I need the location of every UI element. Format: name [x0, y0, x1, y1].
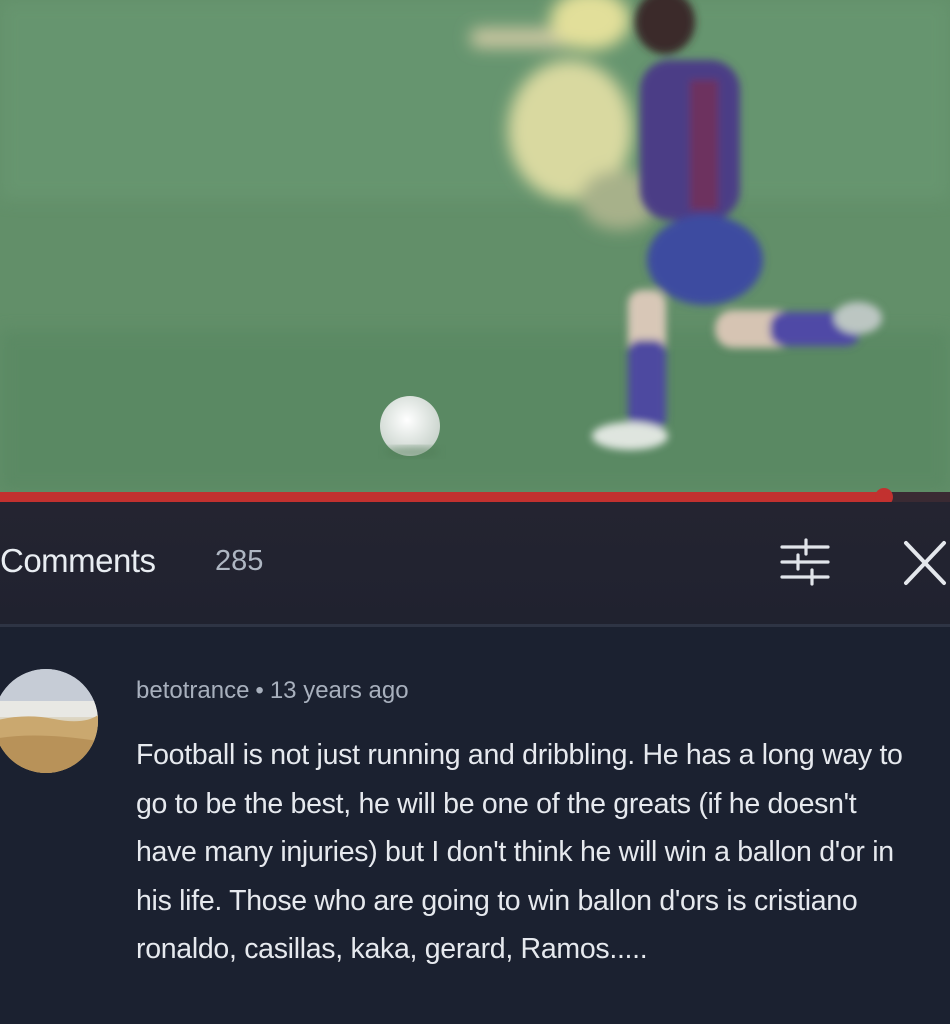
comment-meta: betotrance • 13 years ago	[136, 677, 409, 705]
sort-comments-button[interactable]	[776, 536, 836, 588]
youtube-video-page: Comments 285 betotrance • 13 years ago F…	[0, 0, 950, 1024]
comment-author[interactable]: betotrance	[136, 677, 249, 704]
comments-title: Comments	[0, 542, 156, 579]
video-player[interactable]	[0, 0, 950, 492]
comment-time: 13 years ago	[269, 677, 409, 704]
close-comments-button[interactable]	[896, 534, 950, 592]
close-icon	[904, 541, 946, 585]
sort-filter-icon	[780, 538, 830, 586]
video-progress-bar[interactable]	[0, 488, 950, 506]
comments-header: Comments 285	[0, 502, 950, 627]
progress-fill	[0, 492, 884, 502]
comment-list: betotrance • 13 years ago Football is not …	[0, 627, 950, 1024]
meta-separator: •	[255, 677, 264, 704]
video-frame	[0, 0, 950, 492]
comment-text: Football is not just running and dribbli…	[136, 739, 903, 965]
avatar-image	[0, 669, 98, 773]
avatar[interactable]	[0, 669, 98, 773]
comments-count: 285	[215, 545, 264, 577]
